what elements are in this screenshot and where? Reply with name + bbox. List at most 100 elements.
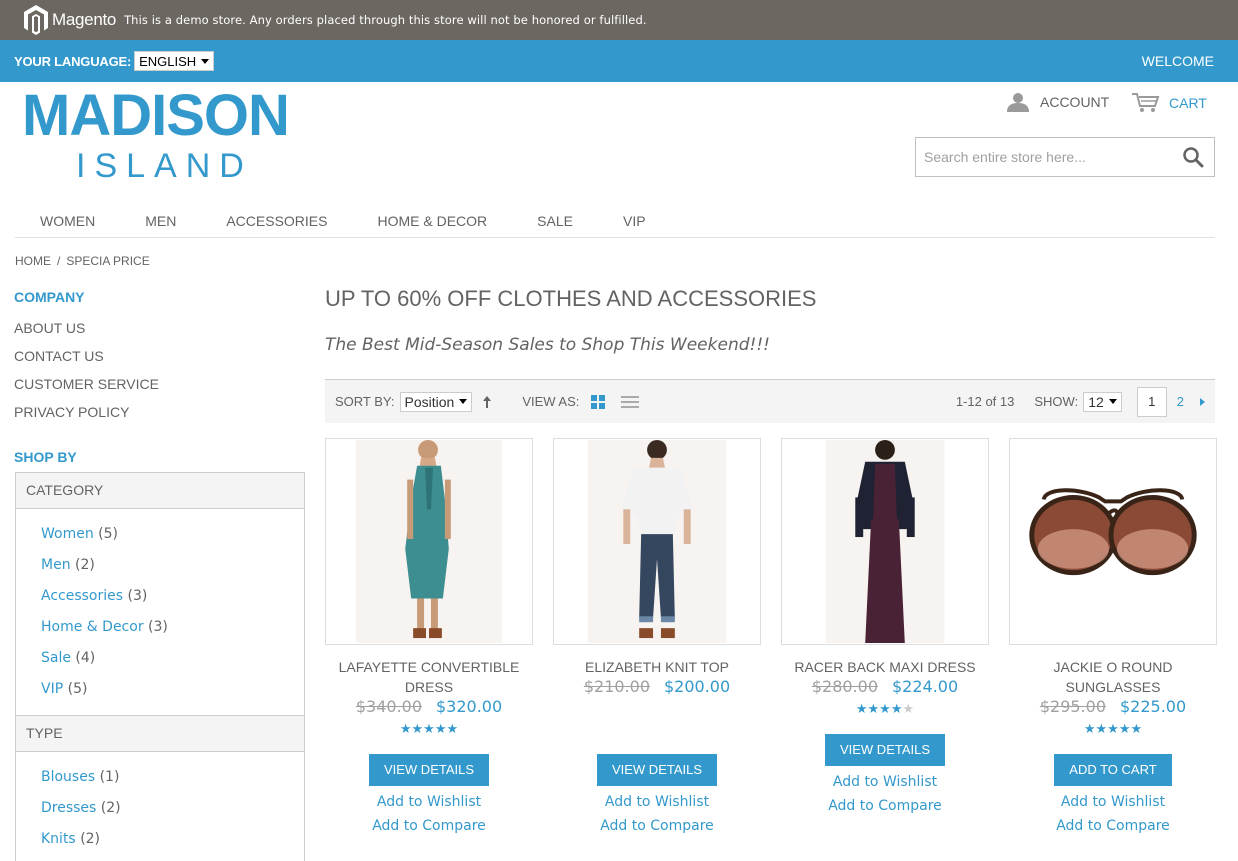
view-details-button[interactable]: VIEW DETAILS — [824, 734, 946, 766]
search-icon[interactable] — [1182, 146, 1204, 168]
product-image[interactable] — [1009, 438, 1217, 645]
product-image[interactable] — [325, 438, 533, 645]
product-card: RACER BACK MAXI DRESS $280.00 $224.00 ★ ★… — [781, 438, 989, 834]
product-card: ELIZABETH KNIT TOP $210.00 $200.00 VIEW … — [553, 438, 761, 834]
old-price: $295.00 — [1039, 697, 1106, 716]
special-price: $320.00 — [436, 697, 503, 716]
language-selected-value: ENGLISH — [139, 53, 197, 69]
filter-count: (3) — [148, 619, 168, 635]
customer-service-link[interactable]: CUSTOMER SERVICE — [14, 370, 159, 398]
star-icon: ★ — [1095, 721, 1108, 736]
view-details-button[interactable]: VIEW DETAILS — [596, 754, 718, 786]
rating-stars[interactable]: ★ ★ ★ ★ ★ — [400, 722, 458, 736]
add-to-compare-link[interactable]: Add to Compare — [828, 798, 942, 814]
star-icon: ★ — [890, 701, 903, 716]
sort-by-select[interactable]: Position — [399, 391, 473, 412]
rating-stars[interactable]: ★ ★ ★ ★ ★ — [1084, 722, 1142, 736]
star-icon: ★ — [399, 721, 412, 736]
filter-item-women[interactable]: Women (5) — [41, 519, 304, 550]
filter-item-sale[interactable]: Sale (4) — [41, 643, 304, 674]
language-label: YOUR LANGUAGE: — [14, 53, 132, 69]
filter-label: Dresses — [41, 800, 97, 816]
about-us-link[interactable]: ABOUT US — [14, 314, 159, 342]
filter-label: Men — [41, 557, 71, 573]
product-name[interactable]: JACKIE O ROUND SUNGLASSES — [1013, 657, 1213, 697]
add-to-compare-link[interactable]: Add to Compare — [600, 818, 714, 834]
sort-direction-icon[interactable] — [482, 395, 492, 409]
demo-notice-text: This is a demo store. Any orders placed … — [124, 13, 647, 27]
type-filter-title: TYPE — [16, 716, 304, 752]
chevron-down-icon — [201, 58, 210, 64]
shop-by-heading: SHOP BY — [14, 449, 77, 465]
add-to-compare-link[interactable]: Add to Compare — [372, 818, 486, 834]
list-view-icon[interactable] — [621, 395, 640, 409]
breadcrumb-separator: / — [57, 254, 61, 268]
filter-item-blouses[interactable]: Blouses (1) — [41, 762, 304, 793]
add-to-cart-button[interactable]: ADD TO CART — [1054, 754, 1172, 786]
page-title: UP TO 60% OFF CLOTHES AND ACCESSORIES — [325, 286, 817, 311]
old-price: $210.00 — [583, 677, 650, 696]
breadcrumb-home[interactable]: HOME — [15, 254, 51, 268]
product-name[interactable]: LAFAYETTE CONVERTIBLE DRESS — [329, 657, 529, 697]
special-price: $200.00 — [664, 677, 731, 696]
nav-item-home-decor[interactable]: HOME & DECOR — [352, 206, 512, 237]
product-image[interactable] — [553, 438, 761, 645]
filter-item-accessories[interactable]: Accessories (3) — [41, 581, 304, 612]
limit-select[interactable]: 12 — [1083, 391, 1122, 412]
language-select[interactable]: ENGLISH — [134, 51, 215, 71]
nav-item-women[interactable]: WOMEN — [15, 206, 120, 237]
view-details-button[interactable]: VIEW DETAILS — [368, 754, 490, 786]
filter-item-dresses[interactable]: Dresses (2) — [41, 793, 304, 824]
add-to-wishlist-link[interactable]: Add to Wishlist — [377, 794, 481, 810]
category-filter-list: Women (5) Men (2) Accessories (3) Home &… — [16, 509, 304, 715]
layered-navigation: CATEGORY Women (5) Men (2) Accessories (… — [15, 472, 305, 861]
product-price: $295.00 $225.00 — [1040, 697, 1186, 716]
type-filter-list: Blouses (1) Dresses (2) Knits (2) — [16, 752, 304, 861]
filter-label: Home & Decor — [41, 619, 144, 635]
top-photo — [587, 439, 727, 644]
store-logo[interactable]: MADISON ISLAND — [22, 87, 290, 188]
filter-item-home-decor[interactable]: Home & Decor (3) — [41, 612, 304, 643]
view-as-label: VIEW AS: — [522, 394, 580, 409]
product-grid: LAFAYETTE CONVERTIBLE DRESS $340.00 $320… — [325, 438, 1217, 834]
add-to-wishlist-link[interactable]: Add to Wishlist — [833, 774, 937, 790]
product-name[interactable]: ELIZABETH KNIT TOP — [557, 657, 757, 677]
sort-by-label: SORT BY: — [335, 394, 395, 409]
product-image[interactable] — [781, 438, 989, 645]
nav-item-men[interactable]: MEN — [120, 206, 201, 237]
filter-item-men[interactable]: Men (2) — [41, 550, 304, 581]
add-to-wishlist-link[interactable]: Add to Wishlist — [605, 794, 709, 810]
special-price: $224.00 — [892, 677, 959, 696]
maxi-dress-photo — [825, 439, 945, 644]
filter-item-knits[interactable]: Knits (2) — [41, 824, 304, 855]
next-page-icon[interactable] — [1200, 397, 1205, 406]
nav-item-sale[interactable]: SALE — [512, 206, 598, 237]
page-link-2[interactable]: 2 — [1177, 394, 1184, 409]
contact-us-link[interactable]: CONTACT US — [14, 342, 159, 370]
filter-count: (2) — [75, 557, 95, 573]
product-name[interactable]: RACER BACK MAXI DRESS — [785, 657, 985, 677]
star-icon: ★ — [434, 721, 447, 736]
logo-bottom-text: ISLAND — [76, 147, 253, 185]
search-input[interactable] — [924, 149, 1174, 165]
product-price: $280.00 $224.00 — [812, 677, 958, 696]
add-to-compare-link[interactable]: Add to Compare — [1056, 818, 1170, 834]
pagination: 1 2 — [1136, 386, 1205, 417]
special-price: $225.00 — [1120, 697, 1187, 716]
nav-item-accessories[interactable]: ACCESSORIES — [201, 206, 352, 237]
star-icon: ★ — [423, 721, 435, 736]
filter-item-vip[interactable]: VIP (5) — [41, 674, 304, 705]
product-price: $210.00 $200.00 — [584, 677, 730, 696]
account-link[interactable]: ACCOUNT — [1006, 92, 1109, 112]
add-to-wishlist-link[interactable]: Add to Wishlist — [1061, 794, 1165, 810]
privacy-policy-link[interactable]: PRIVACY POLICY — [14, 398, 159, 426]
cart-link[interactable]: CART — [1131, 92, 1207, 114]
grid-view-icon[interactable] — [591, 394, 606, 409]
star-icon: ★ — [879, 701, 891, 716]
category-filter-title: CATEGORY — [16, 473, 304, 509]
product-price: $340.00 $320.00 — [356, 697, 502, 716]
nav-item-vip[interactable]: VIP — [598, 206, 671, 237]
company-heading: COMPANY — [14, 289, 85, 305]
rating-stars[interactable]: ★ ★ ★ ★ ★ — [856, 702, 914, 716]
chevron-down-icon — [1108, 399, 1117, 404]
